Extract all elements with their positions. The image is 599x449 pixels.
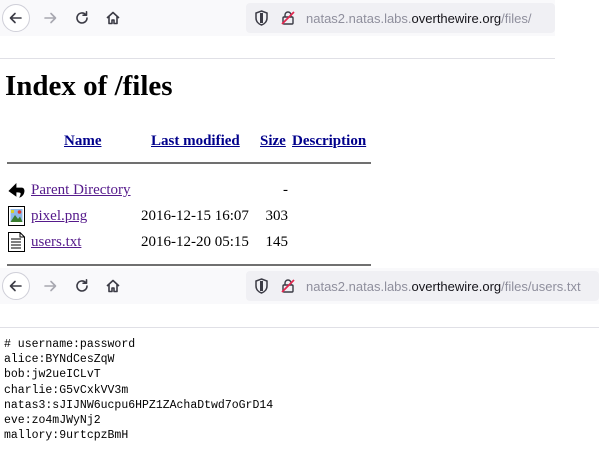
image-file-icon	[8, 206, 25, 226]
column-header-last-modified[interactable]: Last modified	[151, 133, 240, 150]
shield-icon[interactable]	[254, 10, 269, 26]
file-line: mallory:9urtcpzBmH	[4, 429, 129, 443]
column-header-name[interactable]: Name	[64, 133, 102, 150]
back-arrow-icon	[8, 183, 25, 198]
home-icon	[106, 11, 120, 25]
row-modified: 2016-12-15 16:07	[141, 208, 249, 224]
reload-icon	[76, 279, 88, 292]
insecure-lock-icon[interactable]	[280, 10, 296, 26]
back-arrow-icon	[9, 12, 22, 24]
file-line: charlie:G5vCxkVV3m	[4, 383, 129, 397]
toolbar-divider	[0, 327, 599, 328]
url-text[interactable]: natas2.natas.labs.overthewire.org/files/…	[306, 279, 581, 294]
file-line: bob:jw2ueICLvT	[4, 368, 101, 382]
page-title: Index of /files	[5, 70, 173, 102]
forward-arrow-icon	[44, 280, 57, 292]
url-bar[interactable]: natas2.natas.labs.overthewire.org/files/…	[246, 271, 599, 301]
home-button[interactable]	[99, 4, 127, 32]
url-text[interactable]: natas2.natas.labs.overthewire.org/files/	[306, 11, 531, 26]
table-row: Parent Directory -	[0, 180, 380, 204]
home-icon	[106, 279, 120, 293]
toolbar-divider	[0, 58, 555, 59]
parent-directory-link[interactable]: Parent Directory	[31, 182, 131, 199]
reload-icon	[76, 11, 88, 24]
reload-button[interactable]	[68, 272, 96, 300]
browser-toolbar-bottom: natas2.natas.labs.overthewire.org/files/…	[0, 268, 599, 304]
header-rule	[7, 162, 371, 164]
file-line: eve:zo4mJWyNj2	[4, 414, 101, 428]
forward-arrow-icon	[44, 12, 57, 24]
footer-rule	[7, 264, 371, 266]
shield-icon[interactable]	[254, 278, 269, 294]
file-link-users-txt[interactable]: users.txt	[31, 234, 81, 251]
file-link-pixel-png[interactable]: pixel.png	[31, 208, 87, 225]
row-size: 303	[265, 208, 289, 224]
row-modified: 2016-12-20 05:15	[141, 234, 249, 250]
back-button[interactable]	[2, 272, 30, 300]
insecure-lock-icon[interactable]	[280, 278, 296, 294]
back-button[interactable]	[2, 4, 30, 32]
forward-button[interactable]	[36, 272, 64, 300]
home-button[interactable]	[99, 272, 127, 300]
text-file-icon	[8, 232, 25, 252]
column-header-description[interactable]: Description	[292, 133, 366, 150]
reload-button[interactable]	[68, 4, 96, 32]
back-arrow-icon	[9, 280, 22, 292]
file-content: # username:password alice:BYNdCesZqW bob…	[4, 337, 273, 443]
table-row: users.txt 2016-12-20 05:15 145	[0, 232, 380, 256]
forward-button[interactable]	[36, 4, 64, 32]
table-row: pixel.png 2016-12-15 16:07 303	[0, 206, 380, 230]
column-header-size[interactable]: Size	[260, 133, 286, 150]
file-line: natas3:sJIJNW6ucpu6HPZ1ZAchaDtwd7oGrD14	[4, 398, 274, 412]
file-line: # username:password	[4, 338, 136, 351]
browser-toolbar-top: natas2.natas.labs.overthewire.org/files/	[0, 0, 555, 36]
url-bar[interactable]: natas2.natas.labs.overthewire.org/files/	[246, 3, 555, 33]
file-line: alice:BYNdCesZqW	[4, 353, 115, 367]
row-size: -	[283, 182, 288, 198]
row-size: 145	[265, 234, 289, 250]
